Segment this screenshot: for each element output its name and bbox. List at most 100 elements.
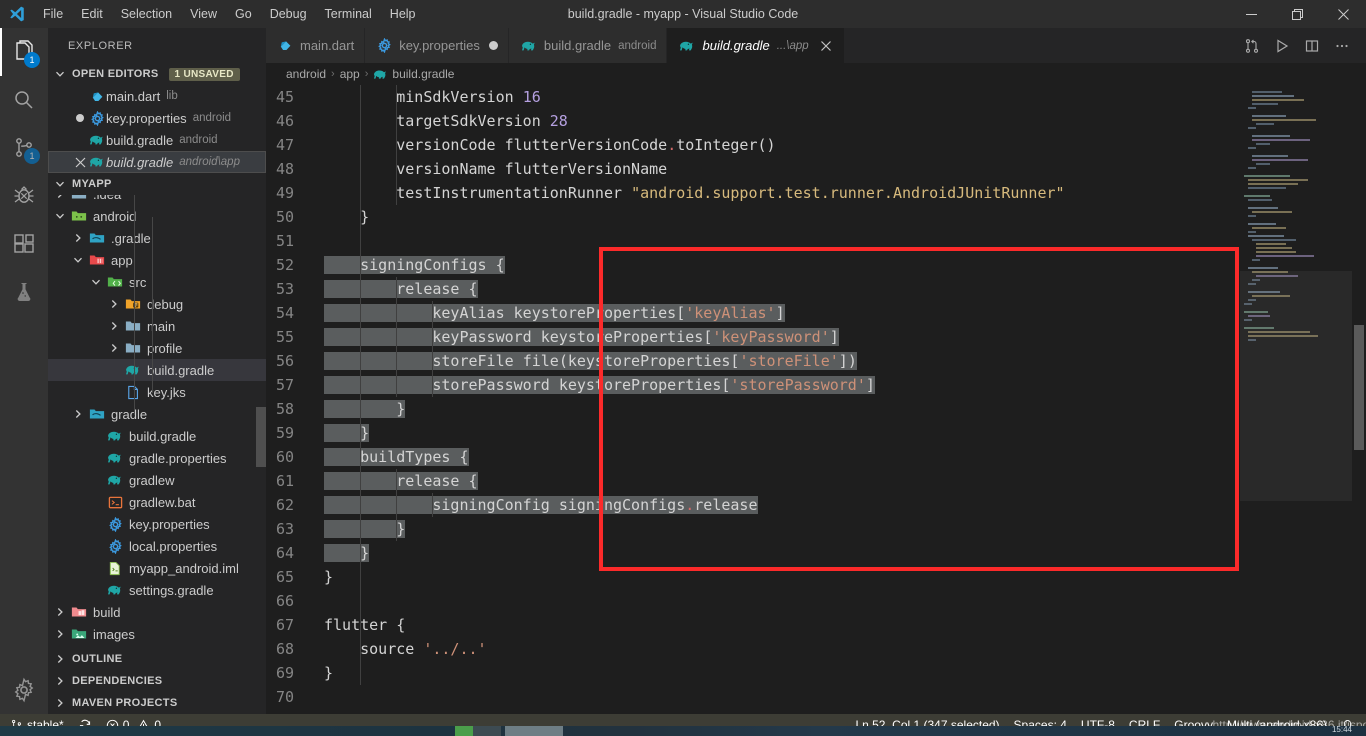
tree-item-settings-gradle[interactable]: settings.gradle	[48, 579, 266, 601]
compare-changes-icon[interactable]	[1238, 32, 1266, 60]
tree-item-key-jks[interactable]: key.jks	[48, 381, 266, 403]
indent-guide	[432, 493, 434, 517]
close-icon[interactable]	[818, 38, 834, 54]
tab-build-gradle-app[interactable]: build.gradle ...\app	[667, 28, 845, 63]
tree-item-main[interactable]: main	[48, 315, 266, 337]
breadcrumb-build-gradle[interactable]: build.gradle	[392, 67, 454, 81]
breadcrumb-app[interactable]: app	[340, 67, 360, 81]
code-line: 50 }	[266, 205, 1366, 229]
line-content: signingConfigs {	[318, 253, 505, 277]
ellipsis-icon[interactable]	[1328, 32, 1356, 60]
tree-item--idea[interactable]: .idea	[48, 195, 266, 205]
scrollbar-thumb[interactable]	[1354, 325, 1364, 450]
tree-item-android[interactable]: android	[48, 205, 266, 227]
activity-settings[interactable]	[0, 666, 48, 714]
minimap-slider[interactable]	[1240, 271, 1352, 501]
tree-item-images[interactable]: images	[48, 623, 266, 645]
windows-taskbar[interactable]: 15:44	[0, 725, 1366, 736]
activity-search[interactable]	[0, 76, 48, 124]
line-content: storeFile file(keystoreProperties['store…	[318, 349, 857, 373]
tree-item-gradle-properties[interactable]: gradle.properties	[48, 447, 266, 469]
minimap[interactable]	[1240, 85, 1352, 714]
tree-item-gradlew-bat[interactable]: gradlew.bat	[48, 491, 266, 513]
breadcrumb-android[interactable]: android	[286, 67, 326, 81]
tree-item-label: build.gradle	[129, 428, 197, 444]
chevron-right-icon[interactable]	[52, 195, 68, 202]
minimize-button[interactable]	[1228, 0, 1274, 28]
code-lines[interactable]: 45 minSdkVersion 16 46 targetSdkVersion 2…	[266, 85, 1366, 714]
tree-item--gradle[interactable]: .gradle	[48, 227, 266, 249]
tree-item-gradle[interactable]: gradle	[48, 403, 266, 425]
open-editor-build-gradle-android[interactable]: build.gradle android	[48, 129, 266, 151]
tree-item-build[interactable]: build	[48, 601, 266, 623]
chevron-right-icon[interactable]	[70, 406, 86, 422]
chevron-right-icon[interactable]	[106, 318, 122, 334]
activity-extensions[interactable]	[0, 220, 48, 268]
menu-view[interactable]: View	[181, 4, 226, 25]
activity-testing[interactable]	[0, 268, 48, 316]
chevron-right-icon[interactable]	[70, 230, 86, 246]
taskbar-item-green[interactable]	[455, 726, 473, 736]
editor-scrollbar[interactable]	[1352, 85, 1366, 714]
menu-bar: File Edit Selection View Go Debug Termin…	[34, 0, 425, 28]
section-myapp[interactable]: MYAPP	[48, 173, 266, 195]
split-editor-icon[interactable]	[1298, 32, 1326, 60]
close-icon[interactable]	[72, 157, 88, 168]
chevron-right-icon[interactable]	[52, 626, 68, 642]
activity-debug[interactable]	[0, 172, 48, 220]
unsaved-dot-icon[interactable]	[72, 114, 88, 122]
minimap-line	[1256, 243, 1286, 245]
menu-terminal[interactable]: Terminal	[316, 4, 381, 25]
menu-edit[interactable]: Edit	[72, 4, 112, 25]
open-editor-key-properties[interactable]: key.properties android	[48, 107, 266, 129]
menu-help[interactable]: Help	[381, 4, 425, 25]
section-maven-projects[interactable]: MAVEN PROJECTS	[48, 692, 266, 714]
tree-item-build-gradle[interactable]: build.gradle	[48, 359, 266, 381]
open-editor-main-dart[interactable]: main.dart lib	[48, 85, 266, 107]
chevron-right-icon[interactable]	[52, 604, 68, 620]
menu-debug[interactable]: Debug	[261, 4, 316, 25]
tree-item-src[interactable]: src	[48, 271, 266, 293]
taskbar-item-grey[interactable]	[473, 726, 501, 736]
activity-explorer[interactable]: 1	[0, 28, 48, 76]
tab-key-properties[interactable]: key.properties	[365, 28, 509, 63]
activity-source-control[interactable]: 1	[0, 124, 48, 172]
menu-selection[interactable]: Selection	[112, 4, 181, 25]
chevron-down-icon[interactable]	[70, 252, 86, 268]
code-editor[interactable]: 45 minSdkVersion 16 46 targetSdkVersion 2…	[266, 85, 1366, 714]
menu-go[interactable]: Go	[226, 4, 261, 25]
title-bar: File Edit Selection View Go Debug Termin…	[0, 0, 1366, 28]
chevron-right-icon[interactable]	[106, 340, 122, 356]
chevron-down-icon[interactable]	[88, 274, 104, 290]
section-dependencies[interactable]: DEPENDENCIES	[48, 670, 266, 692]
tree-item-gradlew[interactable]: gradlew	[48, 469, 266, 491]
unsaved-dot-icon[interactable]	[488, 41, 498, 50]
sidebar-scrollbar[interactable]	[256, 407, 266, 467]
run-icon[interactable]	[1268, 32, 1296, 60]
tab-main-dart[interactable]: main.dart	[266, 28, 366, 63]
minimap-line	[1252, 91, 1282, 93]
maximize-button[interactable]	[1274, 0, 1320, 28]
section-outline[interactable]: OUTLINE	[48, 648, 266, 670]
tree-item-app[interactable]: app	[48, 249, 266, 271]
menu-file[interactable]: File	[34, 4, 72, 25]
activity-bar: 1 1	[0, 28, 48, 714]
chevron-down-icon[interactable]	[52, 208, 68, 224]
taskbar-item-active[interactable]	[505, 726, 563, 736]
line-number: 65	[275, 568, 294, 586]
tree-item-myapp-android-iml[interactable]: myapp_android.iml	[48, 557, 266, 579]
tree-item-build-gradle[interactable]: build.gradle	[48, 425, 266, 447]
tree-item-profile[interactable]: profile	[48, 337, 266, 359]
folder-src-icon	[106, 275, 124, 289]
tree-item-key-properties[interactable]: key.properties	[48, 513, 266, 535]
section-open-editors[interactable]: OPEN EDITORS 1 UNSAVED	[48, 63, 266, 85]
close-button[interactable]	[1320, 0, 1366, 28]
tree-item-local-properties[interactable]: local.properties	[48, 535, 266, 557]
open-editor-build-gradle-app[interactable]: build.gradle android\app	[48, 151, 266, 173]
tab-build-gradle-android[interactable]: build.gradle android	[508, 28, 668, 63]
chevron-right-icon[interactable]	[106, 296, 122, 312]
tree-item-debug[interactable]: debug	[48, 293, 266, 315]
